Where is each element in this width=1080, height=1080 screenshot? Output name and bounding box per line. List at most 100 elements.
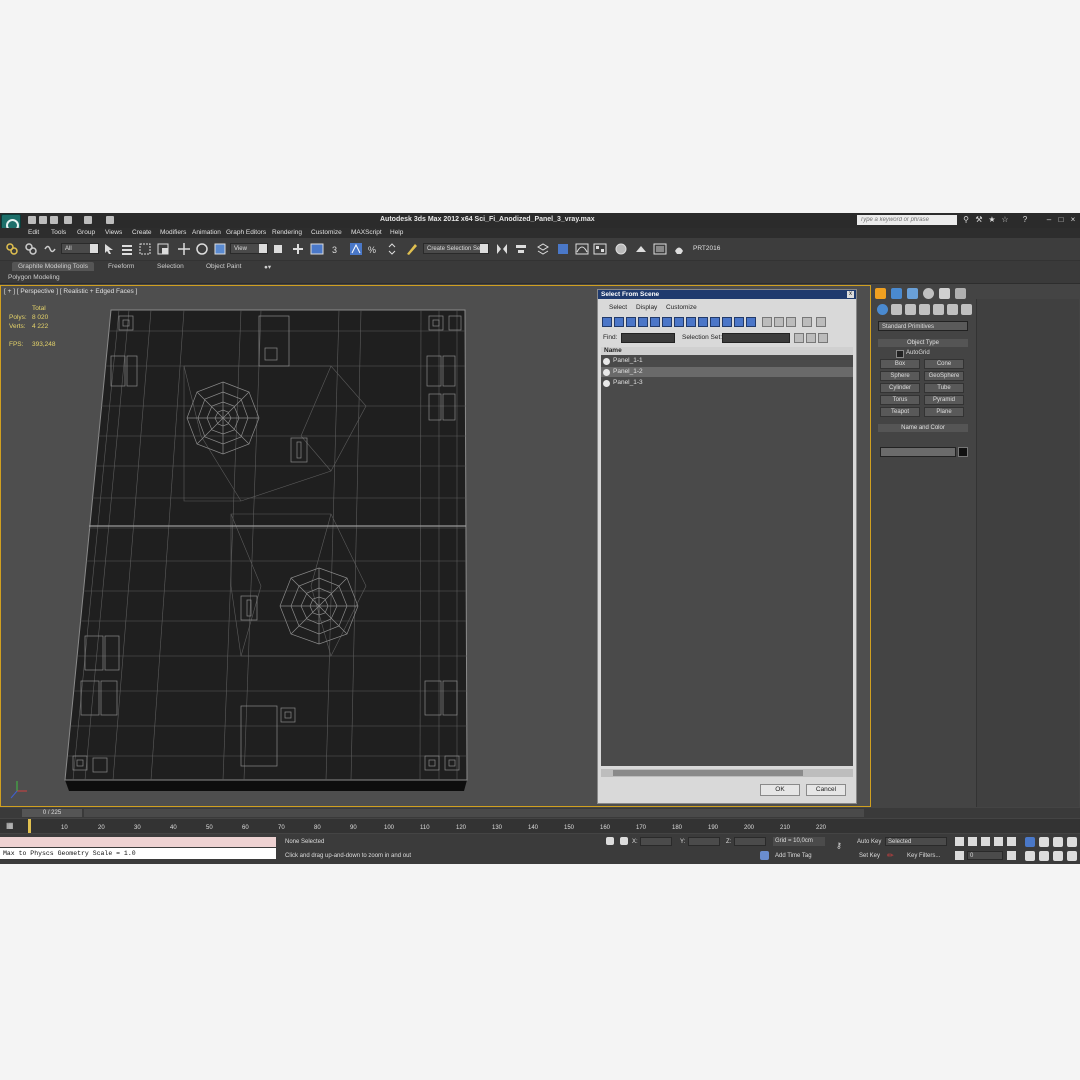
filter-space-warps-icon[interactable] — [662, 317, 672, 327]
dialog-menu-customize[interactable]: Customize — [666, 304, 697, 311]
pan-view-icon[interactable] — [1039, 851, 1049, 861]
list-column-name[interactable]: Name — [601, 347, 853, 355]
select-object-icon[interactable] — [102, 242, 116, 256]
list-item[interactable]: Panel_1-3 — [601, 378, 853, 388]
shapes-category-icon[interactable] — [891, 304, 902, 315]
set-key-button[interactable]: Set Key — [859, 853, 880, 859]
selection-filter-select[interactable]: All — [61, 243, 99, 254]
new-file-icon[interactable] — [28, 216, 36, 224]
add-time-tag[interactable]: Add Time Tag — [775, 853, 812, 859]
filter-groups-icon[interactable] — [674, 317, 684, 327]
filter-helpers-icon[interactable] — [650, 317, 660, 327]
open-file-icon[interactable] — [39, 216, 47, 224]
bind-space-warp-icon[interactable] — [43, 242, 57, 256]
edit-named-selection-icon[interactable] — [405, 242, 419, 256]
angle-snap-icon[interactable] — [349, 242, 363, 256]
menu-help[interactable]: Help — [390, 229, 403, 236]
zoom-all-icon[interactable] — [1039, 837, 1049, 847]
x-coordinate-field[interactable] — [640, 837, 672, 846]
scale-icon[interactable] — [213, 242, 227, 256]
absolute-offset-mode-icon[interactable] — [620, 837, 628, 845]
key-icon[interactable]: ⚷ — [836, 842, 850, 850]
layer-manager-icon[interactable] — [536, 242, 550, 256]
filter-funnel-icon[interactable] — [802, 317, 812, 327]
find-input[interactable] — [621, 333, 675, 343]
select-manipulate-icon[interactable] — [291, 242, 305, 256]
minimize-icon[interactable]: – — [1045, 216, 1053, 224]
object-color-swatch[interactable] — [958, 447, 968, 457]
filter-hidden-icon[interactable] — [734, 317, 744, 327]
cylinder-button[interactable]: Cylinder — [880, 383, 920, 393]
dialog-menu-select[interactable]: Select — [609, 304, 627, 311]
move-icon[interactable] — [177, 242, 191, 256]
project-folder-icon[interactable] — [106, 216, 114, 224]
rectangular-selection-icon[interactable] — [138, 242, 152, 256]
menu-modifiers[interactable]: Modifiers — [160, 229, 186, 236]
time-slider-track[interactable] — [84, 809, 864, 817]
cancel-button[interactable]: Cancel — [806, 784, 846, 796]
selection-set-add-icon[interactable] — [794, 333, 804, 343]
material-editor-icon[interactable] — [614, 242, 628, 256]
selection-set-remove-icon[interactable] — [806, 333, 816, 343]
align-icon[interactable] — [514, 242, 528, 256]
pyramid-button[interactable]: Pyramid — [924, 395, 964, 405]
communication-icon[interactable]: ★ — [988, 216, 996, 224]
spinner-snap-icon[interactable] — [385, 242, 399, 256]
object-type-rollout-header[interactable]: Object Type — [878, 339, 968, 347]
maximize-viewport-icon[interactable] — [1067, 851, 1077, 861]
modify-tab-icon[interactable] — [891, 288, 902, 299]
time-slider-bar[interactable]: 0 / 225 — [0, 808, 1080, 818]
menu-customize[interactable]: Customize — [311, 229, 342, 236]
cameras-category-icon[interactable] — [919, 304, 930, 315]
list-horizontal-scrollbar[interactable] — [601, 769, 853, 777]
previous-frame-icon[interactable] — [968, 837, 977, 846]
ribbon-options-icon[interactable]: ●▾ — [264, 263, 271, 271]
time-tag-icon[interactable] — [760, 851, 769, 860]
time-configuration-icon[interactable] — [1007, 851, 1016, 860]
key-mode-toggle-icon[interactable] — [955, 851, 964, 860]
zoom-extents-all-icon[interactable] — [1067, 837, 1077, 847]
torus-button[interactable]: Torus — [880, 395, 920, 405]
go-to-end-icon[interactable] — [1007, 837, 1016, 846]
menu-group[interactable]: Group — [77, 229, 95, 236]
subscription-icon[interactable]: ⚒ — [975, 216, 983, 224]
systems-category-icon[interactable] — [961, 304, 972, 315]
select-none-icon[interactable] — [774, 317, 784, 327]
curve-editor-icon[interactable] — [575, 242, 589, 256]
percent-snap-icon[interactable]: % — [367, 242, 381, 256]
menu-tools[interactable]: Tools — [51, 229, 66, 236]
utilities-tab-icon[interactable] — [955, 288, 966, 299]
y-coordinate-field[interactable] — [688, 837, 720, 846]
filter-lights-icon[interactable] — [626, 317, 636, 327]
close-icon[interactable]: × — [1069, 216, 1077, 224]
geosphere-button[interactable]: GeoSphere — [924, 371, 964, 381]
space-warps-category-icon[interactable] — [947, 304, 958, 315]
menu-graph-editors[interactable]: Graph Editors — [226, 229, 266, 236]
z-coordinate-field[interactable] — [734, 837, 766, 846]
maximize-icon[interactable]: □ — [1057, 216, 1065, 224]
geometry-category-icon[interactable] — [877, 304, 888, 315]
filter-xrefs-icon[interactable] — [686, 317, 696, 327]
invert-selection-icon[interactable] — [786, 317, 796, 327]
tube-button[interactable]: Tube — [924, 383, 964, 393]
current-frame-field[interactable]: 0 — [967, 851, 1003, 860]
hierarchy-tab-icon[interactable] — [907, 288, 918, 299]
help-icon[interactable]: ? — [1021, 216, 1029, 224]
display-tab-icon[interactable] — [939, 288, 950, 299]
search-icon[interactable]: ⚲ — [962, 216, 970, 224]
favorites-icon[interactable]: ☆ — [1001, 216, 1009, 224]
selection-set-edit-icon[interactable] — [818, 333, 828, 343]
tab-polygon-modeling[interactable]: Polygon Modeling — [8, 274, 60, 281]
tab-graphite-modeling-tools[interactable]: Graphite Modeling Tools — [12, 262, 94, 271]
redo-icon[interactable] — [84, 216, 92, 224]
render-production-icon[interactable] — [672, 242, 686, 256]
named-selection-set-select[interactable]: Create Selection Se — [423, 243, 489, 254]
filter-cameras-icon[interactable] — [638, 317, 648, 327]
unlink-icon[interactable] — [24, 242, 38, 256]
undo-icon[interactable] — [64, 216, 72, 224]
filter-shapes-icon[interactable] — [614, 317, 624, 327]
render-setup-icon[interactable] — [634, 242, 648, 256]
reference-coordinate-select[interactable]: View — [230, 243, 268, 254]
name-and-color-rollout-header[interactable]: Name and Color — [878, 424, 968, 432]
graphite-toggle-icon[interactable] — [556, 242, 570, 256]
